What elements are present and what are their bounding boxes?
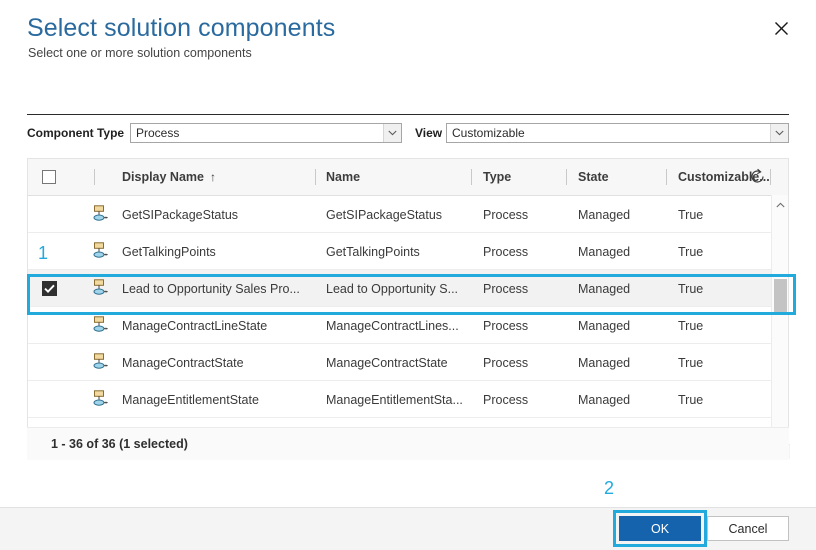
cell-customizable: True bbox=[678, 392, 704, 407]
process-icon bbox=[89, 279, 109, 298]
view-select[interactable]: Customizable bbox=[446, 123, 789, 143]
grid-body: GetSIPackageStatus GetSIPackageStatus Proc… bbox=[28, 196, 788, 445]
cell-name: Lead to Opportunity S... bbox=[326, 281, 459, 296]
column-divider bbox=[666, 169, 667, 185]
column-header-display-name[interactable]: Display Name ↑ bbox=[122, 159, 318, 195]
cell-name: ManageEntitlementSta... bbox=[326, 392, 463, 407]
column-header-state-label: State bbox=[578, 170, 609, 184]
column-divider bbox=[566, 169, 567, 185]
record-count-text: 1 - 36 of 36 (1 selected) bbox=[51, 437, 188, 451]
component-type-select[interactable]: Process bbox=[130, 123, 402, 143]
cell-name: ManageContractLines... bbox=[326, 318, 459, 333]
cell-type: Process bbox=[483, 281, 529, 296]
column-divider bbox=[94, 169, 95, 185]
table-row[interactable]: GetTalkingPoints GetTalkingPoints Process M… bbox=[28, 233, 788, 270]
cell-name: GetSIPackageStatus bbox=[326, 207, 443, 222]
column-header-state[interactable]: State bbox=[578, 159, 663, 195]
cell-type: Process bbox=[483, 318, 529, 333]
column-header-type-label: Type bbox=[483, 170, 512, 184]
column-divider bbox=[315, 169, 316, 185]
header-divider bbox=[27, 114, 789, 115]
dialog-header: Select solution components Select one or… bbox=[0, 0, 816, 110]
cell-customizable: True bbox=[678, 244, 704, 259]
cell-state: Managed bbox=[578, 318, 631, 333]
view-label: View bbox=[415, 126, 443, 140]
grid-header-row: Display Name ↑ Name Type State Customiza… bbox=[28, 159, 788, 196]
components-grid: Display Name ↑ Name Type State Customiza… bbox=[27, 158, 790, 460]
table-row[interactable]: GetSIPackageStatus GetSIPackageStatus Proc… bbox=[28, 196, 788, 233]
cell-customizable: True bbox=[678, 207, 704, 222]
dialog-command-bar: OK Cancel bbox=[0, 507, 816, 550]
scroll-up-icon[interactable] bbox=[772, 197, 788, 213]
table-row[interactable]: ManageContractState ManageContractState Pr… bbox=[28, 344, 788, 381]
page-subtitle: Select one or more solution components bbox=[28, 46, 252, 60]
ok-button[interactable]: OK bbox=[619, 516, 701, 541]
sort-ascending-icon: ↑ bbox=[209, 170, 216, 184]
cell-display-name: ManageEntitlementState bbox=[122, 392, 259, 407]
process-icon bbox=[89, 205, 109, 224]
cell-type: Process bbox=[483, 244, 529, 259]
column-header-name[interactable]: Name bbox=[326, 159, 482, 195]
annotation-step-1: 1 bbox=[38, 243, 49, 263]
process-icon bbox=[89, 390, 109, 409]
table-row[interactable]: Lead to Opportunity Sales Pro... Lead to … bbox=[28, 270, 788, 307]
select-all-checkbox[interactable] bbox=[42, 170, 56, 184]
process-icon bbox=[89, 353, 109, 372]
table-row[interactable]: ManageEntitlementState ManageEntitlementS… bbox=[28, 381, 788, 418]
row-checkbox[interactable] bbox=[42, 281, 57, 296]
filter-bar: Component Type Process View Customizable bbox=[27, 123, 789, 143]
page-title: Select solution components bbox=[27, 14, 336, 42]
cancel-button[interactable]: Cancel bbox=[707, 516, 789, 541]
chevron-down-icon[interactable] bbox=[383, 124, 401, 142]
cell-state: Managed bbox=[578, 392, 631, 407]
column-header-display-name-label: Display Name bbox=[122, 170, 204, 184]
vertical-scrollbar[interactable] bbox=[771, 195, 788, 444]
cell-display-name: Lead to Opportunity Sales Pro... bbox=[122, 281, 300, 296]
table-row[interactable]: ManageContractLineState ManageContractLin… bbox=[28, 307, 788, 344]
cell-display-name: GetSIPackageStatus bbox=[122, 207, 239, 222]
cell-name: GetTalkingPoints bbox=[326, 244, 420, 259]
cell-state: Managed bbox=[578, 244, 631, 259]
annotation-step-2: 2 bbox=[604, 478, 615, 498]
column-header-type[interactable]: Type bbox=[483, 159, 563, 195]
close-icon[interactable] bbox=[768, 15, 794, 41]
component-type-value: Process bbox=[136, 126, 180, 140]
column-divider bbox=[471, 169, 472, 185]
chevron-down-icon[interactable] bbox=[770, 124, 788, 142]
cell-customizable: True bbox=[678, 281, 704, 296]
select-solution-components-dialog: Select solution components Select one or… bbox=[0, 0, 816, 550]
refresh-icon[interactable] bbox=[740, 159, 774, 194]
cell-display-name: ManageContractLineState bbox=[122, 318, 268, 333]
column-header-name-label: Name bbox=[326, 170, 361, 184]
component-type-label: Component Type bbox=[27, 126, 125, 140]
process-icon bbox=[89, 242, 109, 261]
cell-state: Managed bbox=[578, 207, 631, 222]
cell-customizable: True bbox=[678, 318, 704, 333]
cell-display-name: ManageContractState bbox=[122, 355, 244, 370]
cell-customizable: True bbox=[678, 355, 704, 370]
cell-type: Process bbox=[483, 207, 529, 222]
view-value: Customizable bbox=[452, 126, 525, 140]
vertical-scrollbar-thumb[interactable] bbox=[774, 279, 787, 315]
cell-type: Process bbox=[483, 392, 529, 407]
process-icon bbox=[89, 316, 109, 335]
cell-display-name: GetTalkingPoints bbox=[122, 244, 216, 259]
cell-state: Managed bbox=[578, 281, 631, 296]
cell-name: ManageContractState bbox=[326, 355, 448, 370]
grid-status-bar: 1 - 36 of 36 (1 selected) bbox=[27, 427, 789, 460]
cell-type: Process bbox=[483, 355, 529, 370]
cell-state: Managed bbox=[578, 355, 631, 370]
